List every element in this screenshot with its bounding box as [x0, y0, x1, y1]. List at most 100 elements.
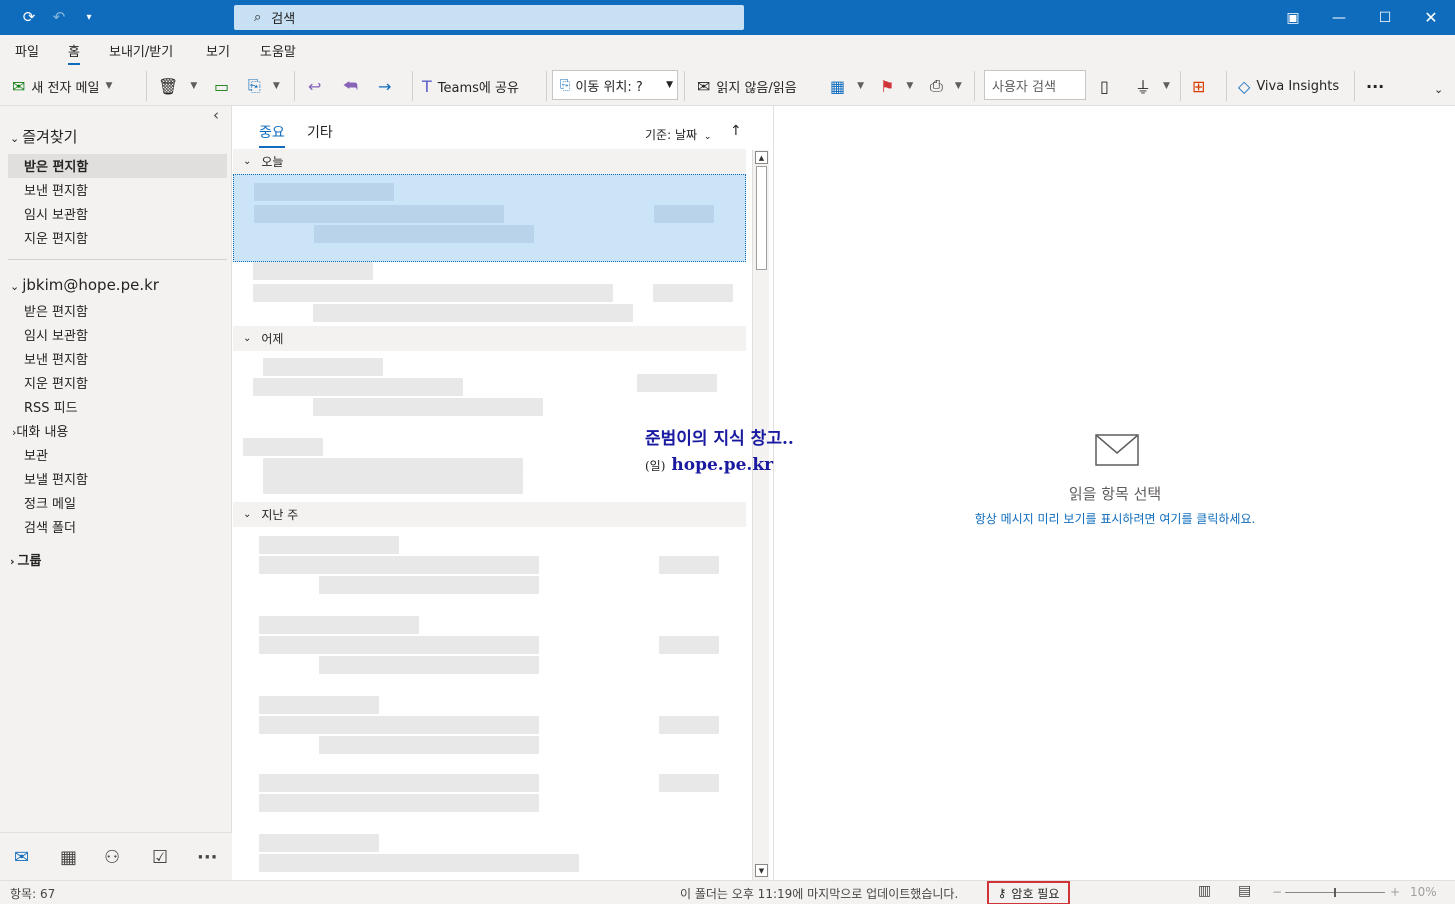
- blurred-text: [314, 225, 534, 243]
- people-search-input[interactable]: 사용자 검색: [984, 70, 1086, 100]
- zoom-slider-thumb[interactable]: [1334, 888, 1336, 897]
- tab-help[interactable]: 도움말: [260, 41, 296, 60]
- maximize-button[interactable]: ☐: [1362, 0, 1408, 35]
- list-item[interactable]: [233, 832, 746, 878]
- blurred-text: [243, 438, 323, 456]
- people-icon[interactable]: ⚇: [104, 847, 120, 868]
- move-button[interactable]: ⎘ ▼: [248, 72, 280, 100]
- folder-deleted[interactable]: 지운 편지함: [24, 373, 88, 392]
- calendar-icon[interactable]: ▦: [60, 847, 77, 868]
- move-to-dropdown[interactable]: ⎘ 이동 위치: ? ▼: [552, 70, 678, 100]
- chevron-down-icon: ⌄: [10, 132, 20, 145]
- zoom-out-icon[interactable]: −: [1272, 885, 1282, 899]
- list-item[interactable]: [233, 614, 746, 684]
- tab-home[interactable]: 홈: [68, 41, 80, 65]
- list-item[interactable]: [233, 694, 746, 764]
- sort-by-dropdown[interactable]: 기준: 날짜 ⌄: [645, 126, 711, 143]
- password-required-button[interactable]: ⚷ 암호 필요: [987, 881, 1070, 904]
- close-button[interactable]: ✕: [1408, 0, 1454, 35]
- viva-insights-button[interactable]: ◇ Viva Insights: [1238, 72, 1339, 100]
- undo-icon[interactable]: ↶: [48, 6, 70, 28]
- tab-focused[interactable]: 중요: [259, 122, 285, 148]
- ribbon-divider: [974, 71, 975, 101]
- favorite-drafts[interactable]: 임시 보관함: [24, 204, 88, 223]
- scroll-thumb[interactable]: [756, 166, 767, 270]
- tab-other[interactable]: 기타: [307, 122, 333, 142]
- sort-direction-icon[interactable]: ↑: [730, 123, 742, 139]
- normal-view-icon[interactable]: ▥: [1198, 883, 1211, 899]
- reading-view-icon[interactable]: ▤: [1238, 883, 1251, 899]
- quick-access-dropdown-icon[interactable]: ▾: [78, 6, 100, 28]
- list-item[interactable]: [233, 772, 746, 818]
- list-item[interactable]: [233, 174, 746, 262]
- folder-sent[interactable]: 보낸 편지함: [24, 349, 88, 368]
- minimize-button[interactable]: —: [1316, 0, 1362, 35]
- ribbon-divider: [412, 71, 413, 101]
- folder-junk[interactable]: 정크 메일: [24, 493, 76, 512]
- folder-archive[interactable]: 보관: [24, 445, 48, 464]
- delete-button[interactable]: 🗑 ▼: [158, 72, 197, 100]
- list-item[interactable]: [233, 262, 746, 326]
- ribbon-expand-button[interactable]: ⌄: [1434, 79, 1443, 99]
- favorites-header[interactable]: ⌄ 즐겨찾기: [10, 126, 77, 147]
- address-book-button[interactable]: ▯: [1100, 72, 1115, 100]
- favorite-inbox[interactable]: 받은 편지함: [24, 156, 88, 175]
- watermark-line-2: (일) hope.pe.kr: [645, 455, 774, 475]
- viva-insights-label: Viva Insights: [1256, 78, 1340, 94]
- forward-button[interactable]: →: [378, 72, 397, 100]
- add-ins-button[interactable]: ⊞: [1192, 72, 1211, 100]
- more-options-button[interactable]: ···: [1366, 72, 1384, 100]
- chevron-down-icon: ▼: [857, 81, 865, 91]
- chevron-down-icon: ⌄: [1434, 82, 1444, 96]
- zoom-level: 10%: [1410, 885, 1437, 899]
- favorite-deleted[interactable]: 지운 편지함: [24, 228, 88, 247]
- more-apps-icon[interactable]: ···: [197, 847, 218, 868]
- scroll-up-arrow[interactable]: ▲: [755, 151, 768, 164]
- reply-all-button[interactable]: ⮪: [343, 72, 364, 100]
- new-mail-button[interactable]: ✉ 새 전자 메일 ▼: [12, 72, 112, 100]
- flag-button[interactable]: ⚑ ▼: [880, 72, 913, 100]
- folder-rss[interactable]: RSS 피드: [24, 397, 78, 416]
- folder-outbox[interactable]: 보낼 편지함: [24, 469, 88, 488]
- search-input[interactable]: ⌕ 검색: [234, 5, 744, 30]
- always-preview-link[interactable]: 항상 메시지 미리 보기를 표시하려면 여기를 클릭하세요.: [775, 510, 1455, 527]
- tab-file[interactable]: 파일: [15, 41, 39, 60]
- list-item[interactable]: [233, 356, 746, 426]
- favorite-sent[interactable]: 보낸 편지함: [24, 180, 88, 199]
- mail-icon[interactable]: ✉: [14, 847, 29, 868]
- rules-button[interactable]: ⎙ ▼: [930, 72, 962, 100]
- chevron-down-icon: ▼: [272, 81, 280, 91]
- account-header[interactable]: ⌄ jbkim@hope.pe.kr: [10, 276, 159, 294]
- folder-search[interactable]: 검색 폴더: [24, 517, 76, 536]
- zoom-in-icon[interactable]: +: [1390, 885, 1400, 899]
- group-header-today[interactable]: ⌄ 오늘: [233, 149, 746, 174]
- filter-button[interactable]: ⏚ ▼: [1135, 72, 1170, 100]
- reply-button[interactable]: ↩: [308, 72, 327, 100]
- teams-share-button[interactable]: T Teams에 공유: [422, 72, 519, 100]
- list-item[interactable]: [233, 534, 746, 604]
- status-bar: 항목: 67 이 폴더는 오후 11:19에 마지막으로 업데이트했습니다. ⚷…: [0, 880, 1455, 904]
- message-list-scrollbar[interactable]: ▲ ▼: [752, 150, 769, 880]
- tab-send-receive[interactable]: 보내기/받기: [109, 41, 173, 60]
- group-header-last-week[interactable]: ⌄ 지난 주: [233, 502, 746, 527]
- tab-view[interactable]: 보기: [206, 41, 230, 60]
- blurred-text: [637, 374, 717, 392]
- categorize-button[interactable]: ▦ ▼: [830, 72, 864, 100]
- archive-button[interactable]: ▭: [214, 72, 235, 100]
- folder-drafts[interactable]: 임시 보관함: [24, 325, 88, 344]
- chevron-down-icon: ⌄: [243, 156, 252, 167]
- tasks-icon[interactable]: ☑: [152, 847, 168, 868]
- scroll-down-arrow[interactable]: ▼: [755, 864, 768, 877]
- sync-icon[interactable]: ⟳: [18, 6, 40, 28]
- read-unread-button[interactable]: ✉ 읽지 않음/읽음: [697, 72, 797, 100]
- chevron-right-icon: ›: [10, 555, 15, 568]
- ribbon-display-icon[interactable]: ▣: [1270, 0, 1316, 35]
- folder-inbox[interactable]: 받은 편지함: [24, 301, 88, 320]
- address-book-icon: ▯: [1100, 76, 1109, 96]
- groups-header[interactable]: › 그룹: [10, 550, 41, 569]
- collapse-pane-icon[interactable]: ‹: [213, 106, 219, 124]
- watermark-line-1: 준범이의 지식 창고..: [645, 429, 794, 449]
- folder-conversation[interactable]: ›대화 내용: [12, 421, 68, 440]
- blurred-text: [659, 556, 719, 574]
- group-header-yesterday[interactable]: ⌄ 어제: [233, 326, 746, 351]
